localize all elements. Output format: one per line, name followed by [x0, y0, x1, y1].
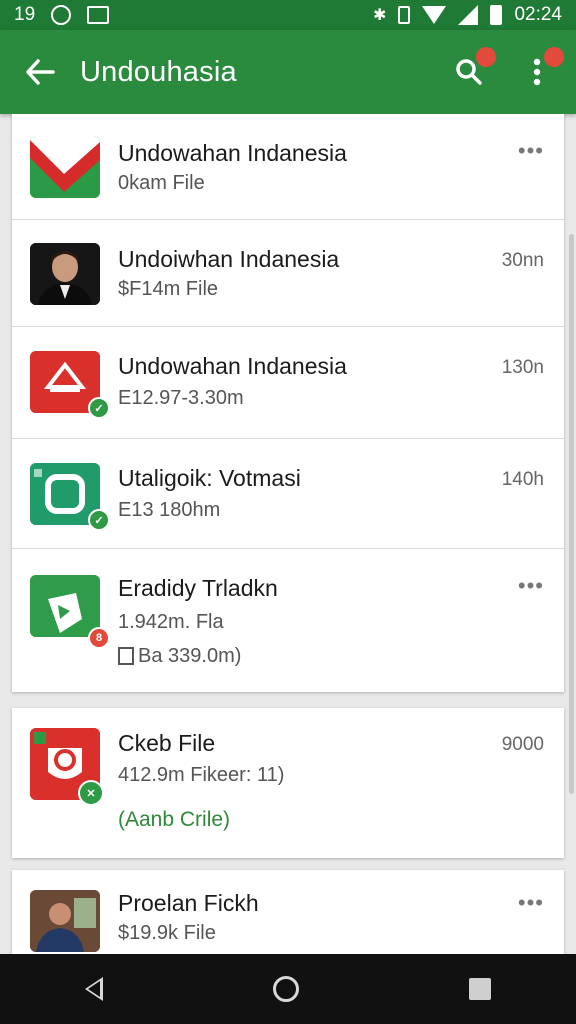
person-photo-thumbnail [30, 890, 100, 952]
notification-badge [476, 47, 496, 67]
status-time-left: 19 [14, 4, 36, 25]
status-time-right: 02:24 [514, 4, 562, 25]
nav-home-icon[interactable] [273, 976, 299, 1002]
card-link[interactable]: (Aanb Crile) [118, 808, 230, 832]
file-card[interactable]: ✕ Ckeb File 412.9m Fikeer: 11) (Aanb Cri… [12, 708, 564, 858]
bluetooth-icon: ✱ [373, 7, 387, 24]
file-list-card: Undowahan Indanesia 0kam File ••• Undoiw… [12, 114, 564, 692]
back-arrow-icon [26, 59, 55, 85]
item-title: Utaligoik: Votmasi [118, 465, 301, 491]
list-item[interactable]: Undowahan Indanesia 0kam File ••• [12, 114, 564, 220]
page-title: Undouhasia [80, 55, 237, 88]
alert-badge-icon: 8 [88, 627, 110, 649]
item-subtitle: 1.942m. Fla [118, 611, 224, 633]
more-vert-icon [533, 58, 541, 86]
item-title: Eradidy Trladkn [118, 575, 278, 601]
sync-badge-icon: ✓ [88, 509, 110, 531]
list-item[interactable]: Undoiwhan Indanesia $F14m File 30nn [12, 220, 564, 327]
nav-recents-icon[interactable] [469, 978, 491, 1000]
list-item[interactable]: ✓ Undowahan Indanesia E12.97-3.30m 130n [12, 327, 564, 439]
share-badge-icon: ✕ [78, 780, 104, 806]
app-bar: Undouhasia [0, 30, 576, 114]
item-title: Undoiwhan Indanesia [118, 246, 340, 272]
item-subtitle-secondary: Ba 339.0m) [138, 645, 242, 667]
card-title: Proelan Fickh [118, 890, 259, 916]
list-item[interactable]: 8 Eradidy Trladkn 1.942m. Fla Ba 339.0m)… [12, 549, 564, 692]
item-meta: 30nn [501, 250, 544, 271]
image-notification-icon [87, 6, 110, 24]
scrollbar[interactable] [569, 234, 574, 794]
item-title: Undowahan Indanesia [118, 140, 347, 166]
notification-round-icon [51, 5, 72, 25]
item-subtitle: $F14m File [118, 278, 219, 300]
card-subtitle: $19.9k File [118, 922, 216, 944]
file-card[interactable]: Proelan Fickh $19.9k File ••• [12, 870, 564, 954]
search-button[interactable] [452, 47, 496, 89]
sync-badge-icon: ✓ [88, 397, 110, 419]
item-subtitle: E13 180hm [118, 499, 221, 521]
back-button[interactable] [0, 30, 80, 114]
vibrate-icon [398, 6, 411, 24]
more-options-icon[interactable]: ••• [518, 138, 544, 164]
status-bar: 19 ✱ 02:24 [0, 0, 576, 30]
card-title: Ckeb File [118, 730, 216, 756]
wifi-icon [422, 6, 447, 24]
nav-back-icon[interactable] [85, 977, 103, 1001]
system-navigation-bar [0, 954, 576, 1024]
battery-icon [490, 5, 503, 25]
list-item[interactable]: ✓ Utaligoik: Votmasi E13 180hm 140h [12, 439, 564, 549]
document-icon [118, 647, 134, 665]
signal-icon [458, 5, 479, 25]
item-title: Undowahan Indanesia [118, 353, 347, 379]
indonesia-flag-thumbnail [30, 136, 100, 198]
item-subtitle: 0kam File [118, 172, 205, 194]
item-meta: 140h [501, 469, 544, 490]
card-subtitle: 412.9m Fikeer: 11) [118, 764, 285, 786]
green-play-thumbnail [30, 575, 100, 637]
more-options-icon[interactable]: ••• [518, 573, 544, 599]
more-options-icon[interactable]: ••• [518, 890, 544, 916]
item-meta: 130n [501, 357, 544, 378]
menu-badge [544, 47, 564, 67]
overflow-menu-button[interactable] [520, 47, 564, 89]
person-portrait-thumbnail [30, 243, 100, 305]
card-meta: 9000 [501, 734, 544, 755]
file-list: Undowahan Indanesia 0kam File ••• Undoiw… [0, 114, 576, 954]
item-subtitle: E12.97-3.30m [118, 387, 244, 409]
